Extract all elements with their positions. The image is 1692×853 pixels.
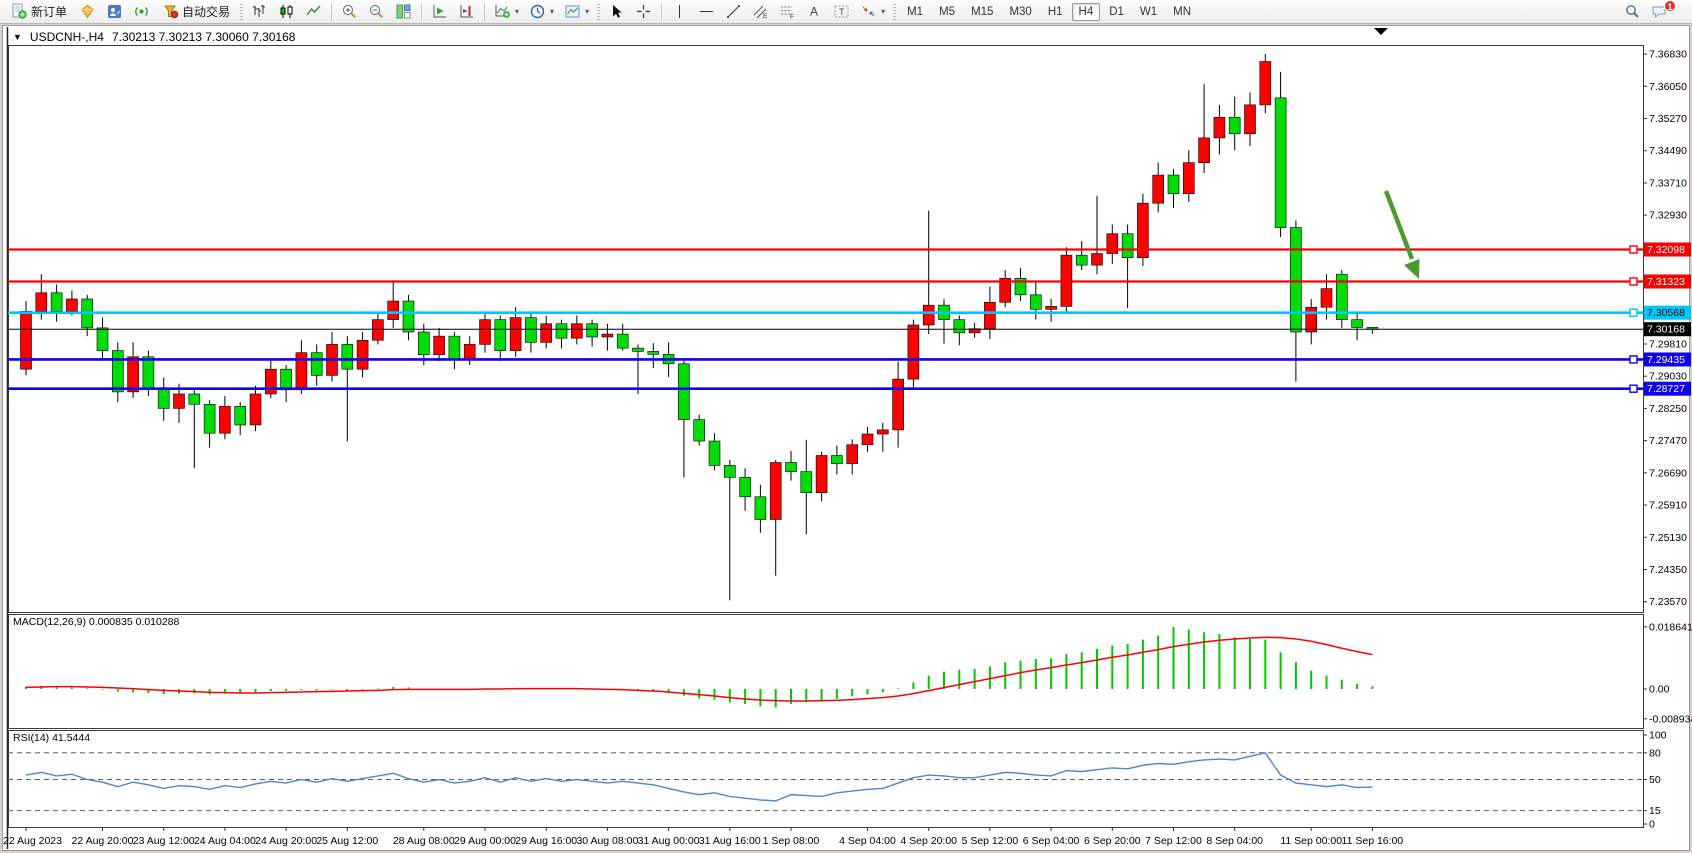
svg-text:8 Sep 04:00: 8 Sep 04:00 xyxy=(1206,835,1263,847)
svg-text:29 Aug 00:00: 29 Aug 00:00 xyxy=(454,835,516,847)
svg-text:-0.008934: -0.008934 xyxy=(1649,713,1692,725)
svg-text:0: 0 xyxy=(1649,819,1655,831)
svg-text:11 Sep 00:00: 11 Sep 00:00 xyxy=(1280,835,1342,847)
svg-text:7.36830: 7.36830 xyxy=(1649,49,1687,61)
svg-text:7.32930: 7.32930 xyxy=(1649,210,1687,222)
svg-text:7.28727: 7.28727 xyxy=(1647,383,1685,395)
svg-text:28 Aug 08:00: 28 Aug 08:00 xyxy=(393,835,455,847)
svg-text:7.34490: 7.34490 xyxy=(1649,145,1687,157)
svg-text:1 Sep 08:00: 1 Sep 08:00 xyxy=(763,835,820,847)
svg-text:25 Aug 12:00: 25 Aug 12:00 xyxy=(316,835,378,847)
svg-text:7.35270: 7.35270 xyxy=(1649,113,1687,125)
svg-text:7.30168: 7.30168 xyxy=(1647,324,1685,336)
svg-text:7.25130: 7.25130 xyxy=(1649,532,1687,544)
collapse-triangle-icon[interactable]: ▼ xyxy=(13,32,22,42)
level-line-handle[interactable] xyxy=(1630,278,1637,285)
svg-text:30 Aug 08:00: 30 Aug 08:00 xyxy=(576,835,638,847)
svg-text:100: 100 xyxy=(1649,730,1667,742)
svg-text:50: 50 xyxy=(1649,774,1661,786)
svg-text:5 Sep 12:00: 5 Sep 12:00 xyxy=(962,835,1019,847)
svg-text:7.25910: 7.25910 xyxy=(1649,500,1687,512)
svg-text:31 Aug 00:00: 31 Aug 00:00 xyxy=(638,835,700,847)
svg-text:80: 80 xyxy=(1649,747,1661,759)
chart-canvas[interactable]: 7.36830 7.36050 7.35270 7.34490 7.33710 7.329… xyxy=(0,0,1692,853)
svg-text:6 Sep 04:00: 6 Sep 04:00 xyxy=(1023,835,1080,847)
svg-text:7.26690: 7.26690 xyxy=(1649,467,1687,479)
svg-text:22 Aug 2023: 22 Aug 2023 xyxy=(3,835,62,847)
svg-text:15: 15 xyxy=(1649,805,1661,817)
svg-text:24 Aug 20:00: 24 Aug 20:00 xyxy=(255,835,317,847)
scroll-end-marker-icon xyxy=(1374,28,1388,35)
svg-text:7.30568: 7.30568 xyxy=(1647,307,1685,319)
symbol-period-label: USDCNH-,H4 xyxy=(30,30,104,44)
time-axis: 22 Aug 202322 Aug 20:0023 Aug 12:0024 Au… xyxy=(3,827,1403,847)
svg-text:4 Sep 20:00: 4 Sep 20:00 xyxy=(900,835,957,847)
svg-text:6 Sep 20:00: 6 Sep 20:00 xyxy=(1084,835,1141,847)
level-line-handle[interactable] xyxy=(1630,385,1637,392)
level-line-handle[interactable] xyxy=(1630,356,1637,363)
svg-text:4 Sep 04:00: 4 Sep 04:00 xyxy=(839,835,896,847)
svg-text:7 Sep 12:00: 7 Sep 12:00 xyxy=(1145,835,1202,847)
svg-text:7.24350: 7.24350 xyxy=(1649,564,1687,576)
svg-text:31 Aug 16:00: 31 Aug 16:00 xyxy=(699,835,761,847)
level-line-handle[interactable] xyxy=(1630,309,1637,316)
rsi-indicator-label: RSI(14) 41.5444 xyxy=(13,732,90,744)
svg-text:24 Aug 04:00: 24 Aug 04:00 xyxy=(194,835,256,847)
svg-text:0.018641: 0.018641 xyxy=(1649,621,1692,633)
svg-text:0.00: 0.00 xyxy=(1649,684,1670,696)
svg-text:7.29810: 7.29810 xyxy=(1649,338,1687,350)
svg-text:7.28250: 7.28250 xyxy=(1649,403,1687,415)
svg-text:7.32098: 7.32098 xyxy=(1647,244,1685,256)
svg-text:7.23570: 7.23570 xyxy=(1649,596,1687,608)
svg-text:7.29030: 7.29030 xyxy=(1649,371,1687,383)
svg-text:22 Aug 20:00: 22 Aug 20:00 xyxy=(72,835,134,847)
svg-text:7.29435: 7.29435 xyxy=(1647,354,1685,366)
svg-text:29 Aug 16:00: 29 Aug 16:00 xyxy=(515,835,577,847)
svg-text:7.36050: 7.36050 xyxy=(1649,81,1687,93)
svg-text:7.27470: 7.27470 xyxy=(1649,435,1687,447)
chart-title: ▼ USDCNH-,H4 7.30213 7.30213 7.30060 7.3… xyxy=(13,30,295,44)
price-axis: 7.36830 7.36050 7.35270 7.34490 7.33710 7.329… xyxy=(1643,49,1691,609)
svg-text:23 Aug 12:00: 23 Aug 12:00 xyxy=(133,835,195,847)
macd-indicator-label: MACD(12,26,9) 0.000835 0.010288 xyxy=(13,616,179,628)
svg-text:7.31323: 7.31323 xyxy=(1647,276,1685,288)
ohlc-values: 7.30213 7.30213 7.30060 7.30168 xyxy=(112,30,296,44)
level-line-handle[interactable] xyxy=(1630,246,1637,253)
svg-text:7.33710: 7.33710 xyxy=(1649,177,1687,189)
pane-frame-1 xyxy=(9,615,1644,729)
svg-text:11 Sep 16:00: 11 Sep 16:00 xyxy=(1342,835,1404,847)
